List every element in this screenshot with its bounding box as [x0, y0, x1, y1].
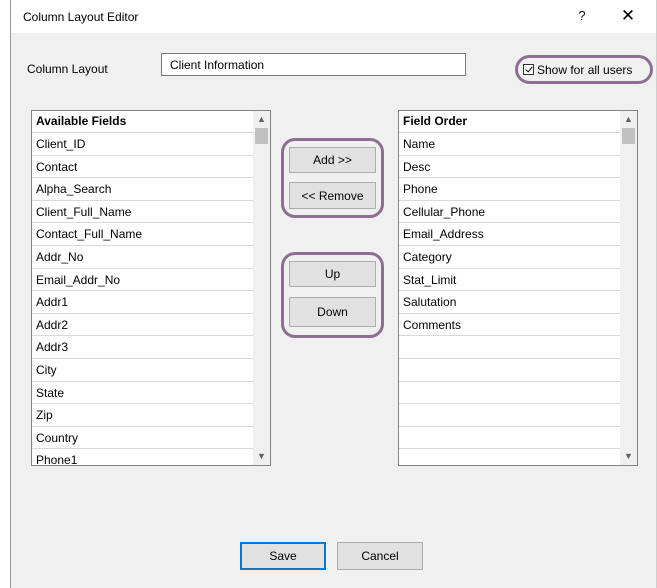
- dialog-title: Column Layout Editor: [23, 10, 139, 24]
- title-bar: Column Layout Editor ? ✕: [11, 0, 656, 33]
- close-button[interactable]: ✕: [613, 4, 643, 28]
- list-item[interactable]: Country: [32, 427, 253, 450]
- move-down-button[interactable]: Down: [289, 297, 376, 327]
- list-item: [399, 382, 620, 405]
- checkbox-checked-icon[interactable]: [523, 64, 534, 75]
- column-layout-editor-dialog: Column Layout Editor ? ✕ Column Layout S…: [10, 0, 657, 588]
- list-item[interactable]: Cellular_Phone: [399, 201, 620, 224]
- available-fields-rows: Available Fields Client_ID Contact Alpha…: [32, 111, 253, 465]
- list-item[interactable]: Name: [399, 133, 620, 156]
- add-button[interactable]: Add >>: [289, 147, 376, 173]
- field-order-list[interactable]: Field Order Name Desc Phone Cellular_Pho…: [398, 110, 638, 466]
- available-fields-header: Available Fields: [32, 111, 253, 133]
- list-item[interactable]: Addr3: [32, 336, 253, 359]
- list-item[interactable]: Stat_Limit: [399, 269, 620, 292]
- field-order-header: Field Order: [399, 111, 620, 133]
- list-item[interactable]: Contact_Full_Name: [32, 223, 253, 246]
- list-item[interactable]: Addr_No: [32, 246, 253, 269]
- list-item[interactable]: Comments: [399, 314, 620, 337]
- list-item: [399, 449, 620, 465]
- list-item[interactable]: Alpha_Search: [32, 178, 253, 201]
- column-layout-input[interactable]: [161, 53, 466, 76]
- list-item[interactable]: Email_Address: [399, 223, 620, 246]
- list-item: [399, 404, 620, 427]
- list-item[interactable]: Client_Full_Name: [32, 201, 253, 224]
- save-button[interactable]: Save: [240, 542, 326, 570]
- list-item[interactable]: Client_ID: [32, 133, 253, 156]
- list-item: [399, 427, 620, 450]
- list-item[interactable]: Phone: [399, 178, 620, 201]
- scroll-up-arrow-icon[interactable]: ▲: [620, 111, 637, 128]
- available-fields-list[interactable]: Available Fields Client_ID Contact Alpha…: [31, 110, 271, 466]
- cancel-button[interactable]: Cancel: [337, 542, 423, 570]
- list-item: [399, 359, 620, 382]
- column-layout-label: Column Layout: [27, 62, 108, 76]
- list-item[interactable]: Phone1: [32, 449, 253, 465]
- field-order-rows: Field Order Name Desc Phone Cellular_Pho…: [399, 111, 620, 465]
- show-for-all-users-label: Show for all users: [537, 62, 633, 77]
- remove-button[interactable]: << Remove: [289, 182, 376, 209]
- scroll-up-arrow-icon[interactable]: ▲: [253, 111, 270, 128]
- move-up-button[interactable]: Up: [289, 261, 376, 287]
- list-item: [399, 336, 620, 359]
- field-order-scrollbar[interactable]: ▲ ▼: [620, 111, 637, 465]
- scroll-down-arrow-icon[interactable]: ▼: [253, 448, 270, 465]
- scroll-down-arrow-icon[interactable]: ▼: [620, 448, 637, 465]
- list-item[interactable]: Contact: [32, 156, 253, 179]
- list-item[interactable]: Addr2: [32, 314, 253, 337]
- scroll-thumb[interactable]: [622, 128, 635, 144]
- list-item[interactable]: Zip: [32, 404, 253, 427]
- list-item[interactable]: Desc: [399, 156, 620, 179]
- show-for-all-users-checkbox[interactable]: Show for all users: [515, 55, 653, 84]
- list-item[interactable]: Addr1: [32, 291, 253, 314]
- list-item[interactable]: Salutation: [399, 291, 620, 314]
- scroll-thumb[interactable]: [255, 128, 268, 144]
- list-item[interactable]: City: [32, 359, 253, 382]
- help-button[interactable]: ?: [567, 4, 597, 28]
- list-item[interactable]: State: [32, 382, 253, 405]
- list-item[interactable]: Email_Addr_No: [32, 269, 253, 292]
- list-item[interactable]: Category: [399, 246, 620, 269]
- available-fields-scrollbar[interactable]: ▲ ▼: [253, 111, 270, 465]
